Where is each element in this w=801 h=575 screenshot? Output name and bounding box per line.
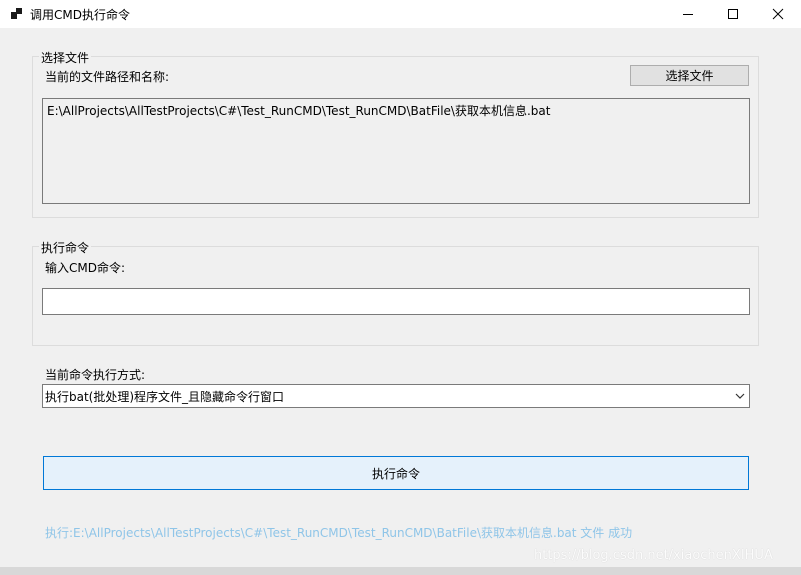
close-icon — [772, 8, 784, 20]
mode-label: 当前命令执行方式: — [45, 368, 146, 382]
title-bar: 调用CMD执行命令 — [0, 0, 801, 28]
window-title: 调用CMD执行命令 — [30, 8, 130, 22]
mode-selected-value: 执行bat(批处理)程序文件_且隐藏命令行窗口 — [45, 389, 285, 404]
mode-select[interactable]: 执行bat(批处理)程序文件_且隐藏命令行窗口 — [42, 384, 750, 408]
status-text: 执行:E:\AllProjects\AllTestProjects\C#\Tes… — [45, 526, 633, 540]
cmd-input[interactable] — [42, 288, 750, 315]
minimize-icon — [683, 14, 693, 15]
file-path-label: 当前的文件路径和名称: — [45, 70, 170, 84]
command-group-legend: 执行命令 — [39, 239, 92, 256]
bottom-strip — [0, 567, 801, 575]
chevron-down-icon — [735, 393, 745, 399]
choose-file-button[interactable]: 选择文件 — [630, 65, 749, 86]
maximize-button[interactable] — [710, 0, 756, 28]
maximize-icon — [728, 9, 738, 19]
file-path-textarea[interactable]: E:\AllProjects\AllTestProjects\C#\Test_R… — [42, 98, 750, 204]
file-group-legend: 选择文件 — [39, 49, 92, 66]
watermark-text: https://blog.csdn.net/xiaochenXIHUA — [534, 548, 773, 563]
close-button[interactable] — [755, 0, 801, 28]
app-icon — [11, 8, 22, 19]
cmd-input-label: 输入CMD命令: — [45, 261, 126, 275]
execute-button[interactable]: 执行命令 — [43, 456, 749, 490]
minimize-button[interactable] — [665, 0, 711, 28]
